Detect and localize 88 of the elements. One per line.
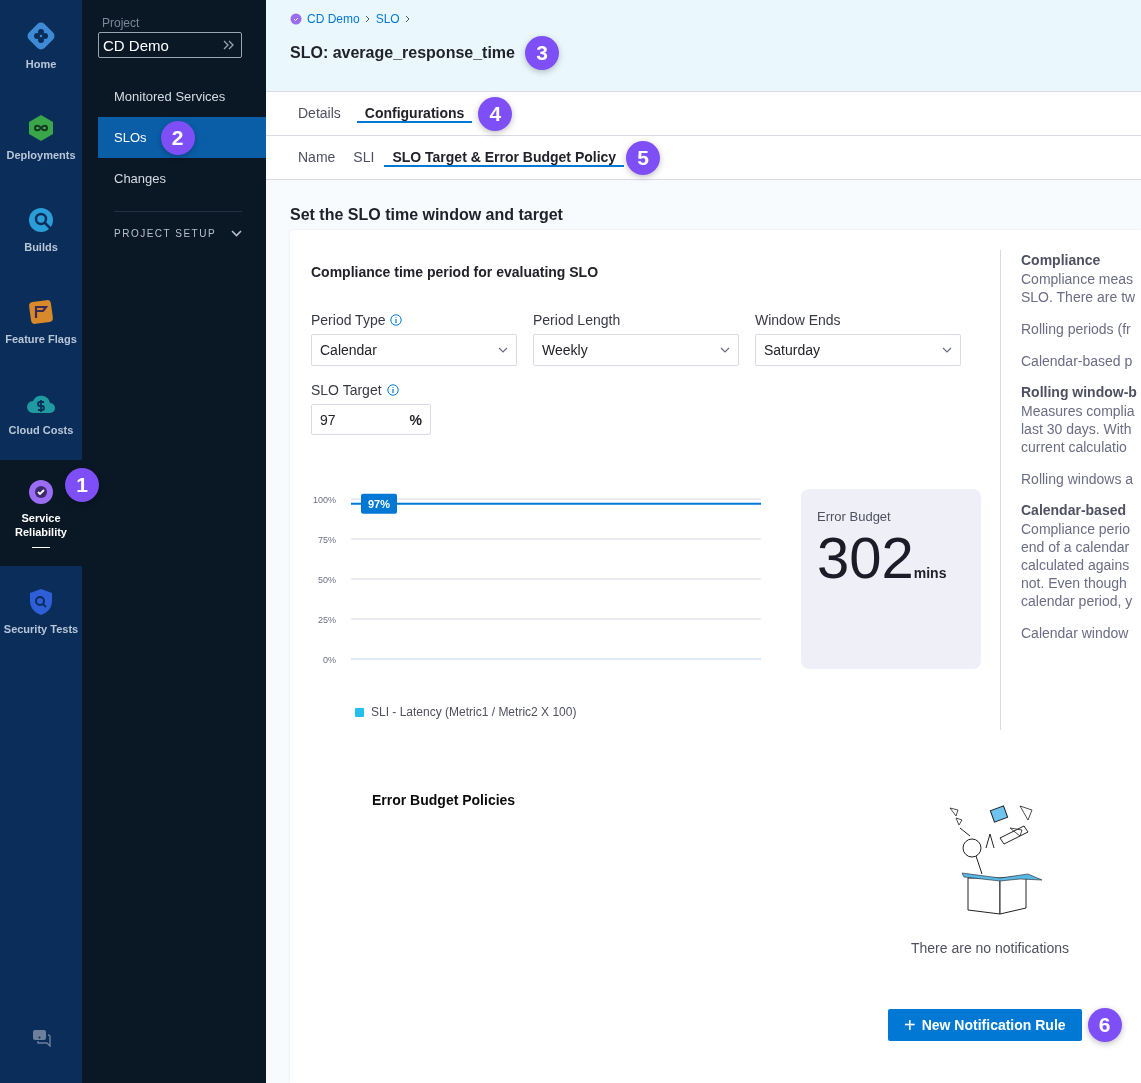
axis-tick-label: 0%: [323, 655, 336, 665]
chevron-down-icon: [942, 347, 952, 353]
reliability-check-icon: [290, 13, 302, 25]
nav-rail-label: Security Tests: [3, 622, 79, 636]
builds-circle-icon: [27, 206, 55, 234]
nav-rail-item[interactable]: Security Tests: [0, 566, 82, 658]
nav-rail-label: Home: [25, 57, 57, 71]
help-paragraph: Measures complia last 30 days. With current calculatio: [1021, 402, 1136, 456]
nav-rail-item[interactable]: Cloud Costs: [0, 368, 82, 460]
sidebar-item[interactable]: Changes: [98, 158, 266, 199]
nav-rail-item[interactable]: Home: [0, 0, 82, 92]
nav-rail-item[interactable]: Builds: [0, 184, 82, 276]
sidebar-section-label: PROJECT SETUP: [114, 228, 217, 239]
new-notification-rule-button[interactable]: + New Notification Rule: [888, 1009, 1082, 1041]
sidebar-item-label: Changes: [114, 171, 167, 186]
sub-tab[interactable]: SLO Target & Error Budget Policy: [384, 148, 625, 167]
axis-tick-label: 25%: [318, 615, 336, 625]
policies-title: Error Budget Policies: [372, 792, 517, 810]
chevron-down-icon: [720, 347, 730, 353]
nav-rail-label: Builds: [24, 240, 58, 254]
target-label: 97%: [368, 497, 390, 510]
select-field[interactable]: Calendar: [311, 334, 517, 366]
nav-rail-label: Service Reliability: [14, 510, 68, 539]
nav-rail-item[interactable]: Feature Flags: [0, 276, 82, 368]
empty-state-text: There are no notifications: [911, 940, 1069, 956]
nav-rail-item[interactable]: Deployments: [0, 92, 82, 184]
help-paragraph: Compliance meas SLO. There are tw: [1021, 270, 1137, 306]
breadcrumb-link[interactable]: SLO: [375, 12, 400, 26]
sub-tab[interactable]: SLI: [345, 148, 383, 167]
help-paragraph: Calendar-based p: [1021, 352, 1134, 370]
axis-tick-label: 75%: [318, 535, 336, 545]
section-title: Set the SLO time window and target: [290, 206, 564, 224]
help-heading: Compliance: [1021, 252, 1102, 268]
info-icon[interactable]: [390, 314, 403, 326]
select-field[interactable]: Saturday: [755, 334, 961, 366]
legend-label: SLI - Latency (Metric1 / Metric2 X 100): [371, 705, 577, 719]
field-label: Period Length: [533, 312, 621, 328]
sidebar-item[interactable]: SLOs 2: [98, 117, 266, 158]
sidebar-item-label: SLOs: [114, 130, 147, 145]
error-budget-value: 302: [817, 526, 914, 590]
sidebar-item[interactable]: Monitored Services: [98, 76, 266, 117]
infinity-hexagon-icon: [27, 114, 55, 142]
chevron-icon: [231, 230, 242, 237]
error-budget-label: Error Budget: [817, 509, 892, 524]
active-underline: [32, 546, 50, 548]
select-field[interactable]: Weekly: [533, 334, 739, 366]
reliability-check-icon: [28, 478, 54, 505]
flag-icon: [27, 298, 55, 326]
axis-tick-label: 100%: [312, 495, 336, 505]
axis-tick-label: 50%: [318, 575, 336, 585]
field-label: Window Ends: [755, 312, 841, 328]
breadcrumb-link[interactable]: CD Demo: [307, 12, 360, 26]
shield-icon: [28, 588, 54, 616]
help-paragraph: Compliance perio end of a calendar calculated agains not. Even though calendar period, y: [1021, 520, 1134, 610]
nav-rail-label: Feature Flags: [5, 332, 77, 346]
form-title: Compliance time period for evaluating SLO: [311, 264, 600, 280]
tab[interactable]: Details: [290, 104, 349, 123]
callout-badge: 3: [525, 36, 559, 70]
help-paragraph: Calendar window: [1021, 624, 1130, 642]
help-chat-icon[interactable]: [32, 1029, 52, 1047]
sidebar-section-toggle[interactable]: PROJECT SETUP: [98, 228, 266, 239]
tab[interactable]: Configurations: [356, 104, 473, 123]
help-paragraph: Rolling periods (fr: [1021, 320, 1132, 338]
callout-badge: 4: [478, 96, 513, 131]
project-label: Project: [102, 16, 141, 30]
help-heading: Rolling window-b: [1021, 384, 1137, 400]
nav-rail-label: Cloud Costs: [8, 423, 74, 437]
double-chevron-icon: [223, 40, 235, 50]
info-icon[interactable]: [386, 384, 399, 396]
help-paragraph: Rolling windows a: [1021, 470, 1135, 488]
callout-badge: 6: [1087, 1008, 1122, 1042]
chevron-right-icon: [364, 15, 371, 23]
help-heading: Calendar-based: [1021, 502, 1128, 518]
callout-badge: 2: [160, 120, 195, 155]
nav-rail-label: Deployments: [6, 148, 76, 162]
chevron-right-icon: [404, 15, 411, 23]
callout-badge: 5: [626, 140, 661, 175]
project-selector[interactable]: CD Demo: [98, 32, 242, 58]
target-input-field[interactable]: 97 %: [311, 404, 431, 435]
error-budget-unit: mins: [913, 565, 947, 581]
field-label: SLO Target: [311, 382, 382, 398]
page-title: SLO: average_response_time: [290, 44, 515, 62]
sidebar-item-label: Monitored Services: [114, 89, 226, 104]
chevron-down-icon: [498, 347, 508, 353]
legend-swatch: [355, 707, 364, 717]
sub-tab[interactable]: Name: [290, 148, 344, 167]
target-label-background: [361, 493, 397, 514]
field-label: Period Type: [311, 312, 386, 328]
